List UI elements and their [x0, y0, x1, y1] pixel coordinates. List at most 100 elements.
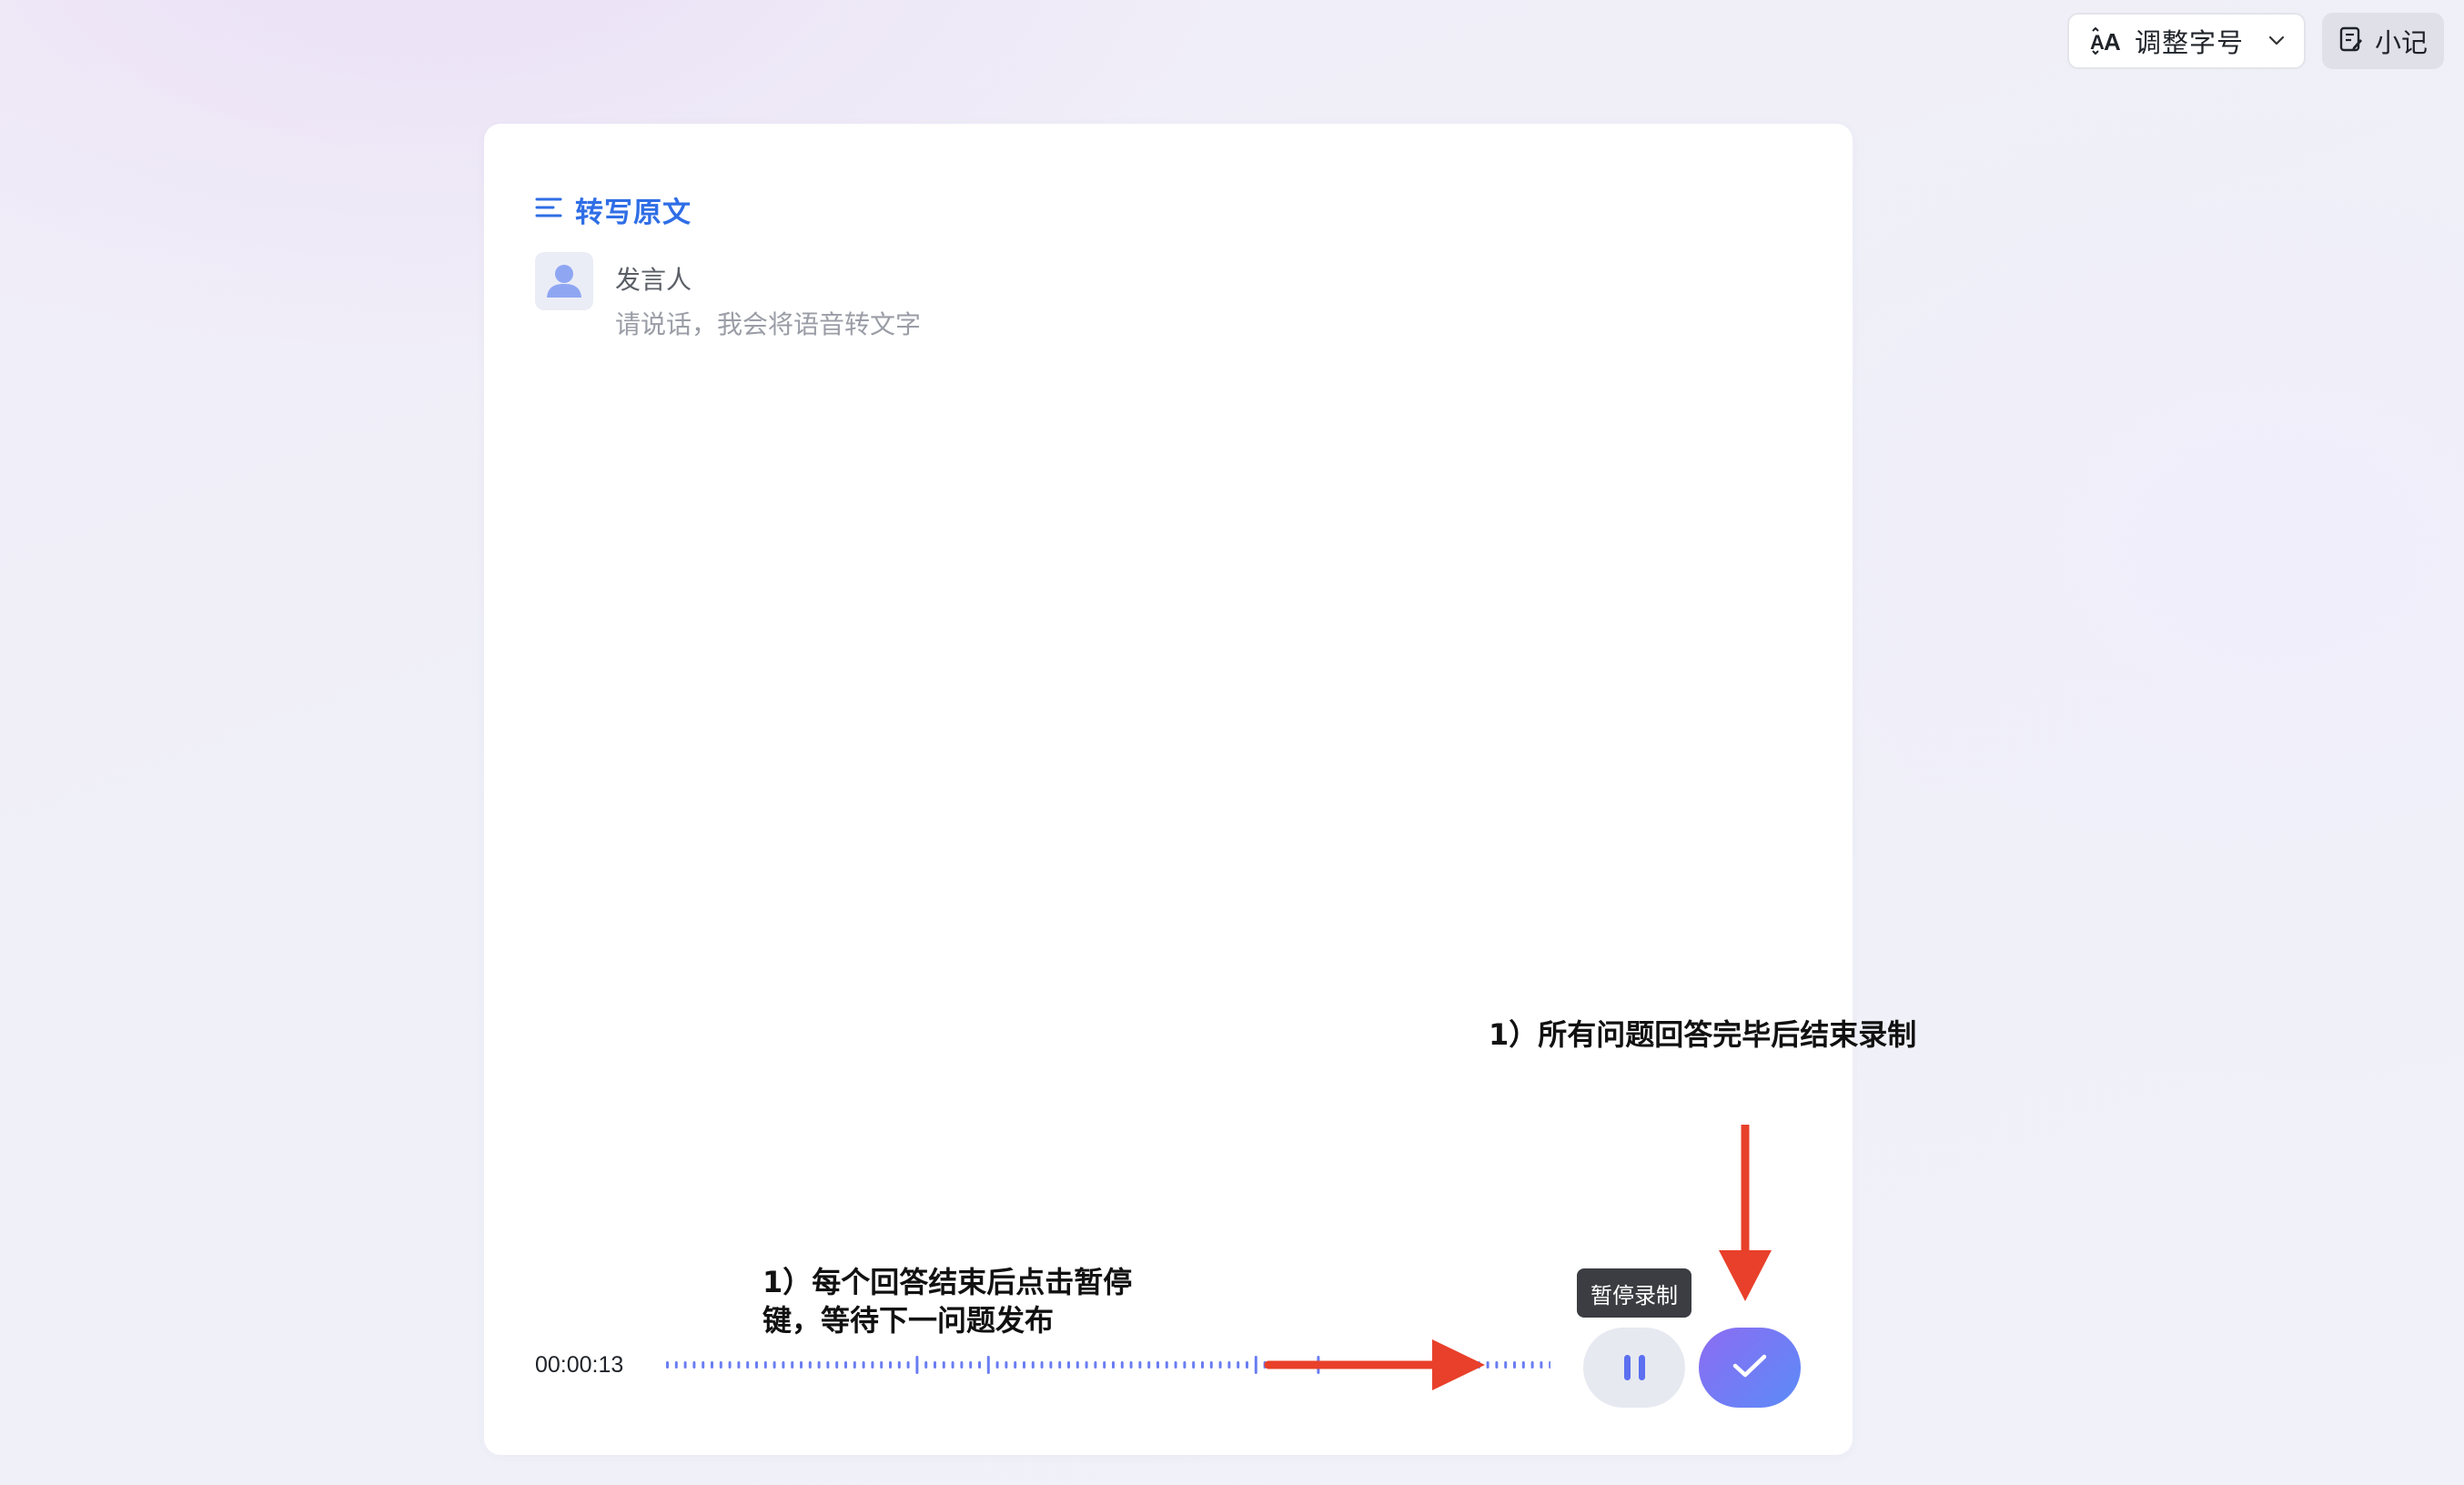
waveform-bar [1549, 1361, 1550, 1369]
waveform-bar [1209, 1361, 1213, 1369]
waveform-bar [1156, 1361, 1159, 1369]
waveform-bar [924, 1361, 928, 1369]
waveform-bar [1530, 1361, 1534, 1369]
waveform-bar [1201, 1361, 1204, 1369]
waveform-bar [880, 1361, 884, 1369]
waveform-bar [1388, 1361, 1391, 1369]
waveform-bar [1246, 1361, 1248, 1369]
waveform-bar [791, 1361, 794, 1369]
waveform-bar [808, 1361, 812, 1369]
waveform-bar [746, 1361, 750, 1369]
notes-label: 小记 [2374, 27, 2428, 58]
waveform-bar [862, 1361, 865, 1369]
waveform-bar [1112, 1361, 1115, 1369]
waveform-bar [853, 1361, 856, 1369]
pause-recording-button[interactable] [1583, 1328, 1685, 1408]
waveform-bar [1237, 1361, 1240, 1369]
waveform-bar [692, 1361, 696, 1369]
finish-recording-button[interactable] [1699, 1328, 1801, 1408]
waveform-bar [951, 1361, 954, 1369]
waveform-bar [1432, 1361, 1436, 1369]
audio-waveform [666, 1356, 1550, 1374]
waveform-bar [1298, 1361, 1302, 1369]
waveform-bar [1459, 1361, 1463, 1369]
waveform-bar [1521, 1361, 1525, 1369]
waveform-bar [1486, 1361, 1490, 1369]
waveform-bar [1504, 1361, 1508, 1369]
waveform-bar [683, 1361, 687, 1369]
waveform-bar [1450, 1361, 1454, 1369]
waveform-bar [1361, 1361, 1365, 1369]
waveform-bar [969, 1361, 973, 1369]
user-icon [535, 252, 593, 310]
waveform-bar [1023, 1361, 1025, 1369]
waveform-bar [1317, 1356, 1320, 1374]
waveform-bar [1370, 1361, 1374, 1369]
waveform-bar [1352, 1361, 1356, 1369]
pause-annotation-line2: 键，等待下一问题发布 [762, 1303, 1055, 1338]
waveform-bar [773, 1361, 776, 1369]
waveform-bar [844, 1361, 847, 1369]
waveform-bar [1094, 1361, 1097, 1369]
placeholder-text: 请说话，我会将语音转文字 [615, 309, 922, 339]
waveform-bar [1067, 1361, 1070, 1369]
waveform-bar [1049, 1361, 1053, 1369]
waveform-bar [826, 1361, 830, 1369]
waveform-bar [737, 1361, 741, 1369]
font-size-icon: A A [2089, 25, 2122, 57]
waveform-bar [934, 1361, 936, 1369]
waveform-bar [763, 1361, 767, 1369]
waveform-bar [674, 1361, 678, 1369]
waveform-bar [1290, 1361, 1293, 1369]
speaker-name: 发言人 [615, 265, 692, 295]
svg-text:A: A [2104, 28, 2121, 55]
waveform-bar [1192, 1361, 1196, 1369]
waveform-bar [1218, 1361, 1222, 1369]
font-size-select[interactable]: A A 调整字号 [2067, 13, 2306, 69]
elapsed-timer: 00:00:13 [535, 1352, 624, 1378]
waveform-bar [1254, 1356, 1257, 1374]
notes-button[interactable]: 小记 [2322, 13, 2444, 69]
waveform-bar [1014, 1361, 1017, 1369]
waveform-bar [1469, 1361, 1471, 1369]
section-title: 转写原文 [575, 196, 692, 229]
waveform-bar [1075, 1361, 1079, 1369]
waveform-bar [986, 1356, 990, 1374]
waveform-bar [711, 1361, 713, 1369]
waveform-bar [889, 1361, 892, 1369]
waveform-bar [1379, 1361, 1382, 1369]
waveform-bar [755, 1361, 758, 1369]
waveform-bar [728, 1361, 732, 1369]
waveform-bar [871, 1361, 874, 1369]
section-header: 转写原文 [535, 189, 692, 229]
waveform-bar [702, 1361, 705, 1369]
waveform-bar [1415, 1361, 1419, 1369]
waveform-bar [1281, 1361, 1285, 1369]
waveform-bar [1031, 1361, 1035, 1369]
waveform-bar [719, 1361, 722, 1369]
waveform-bar [1129, 1361, 1133, 1369]
waveform-bar [1343, 1361, 1347, 1369]
waveform-bar [906, 1361, 910, 1369]
waveform-bar [1335, 1361, 1338, 1369]
waveform-bar [1174, 1361, 1177, 1369]
waveform-bar [1120, 1361, 1124, 1369]
waveform-bar [1441, 1361, 1445, 1369]
check-icon [1730, 1350, 1770, 1385]
waveform-bar [978, 1361, 981, 1369]
waveform-bar [1540, 1361, 1543, 1369]
svg-text:A: A [2090, 31, 2105, 54]
font-size-label: 调整字号 [2135, 27, 2245, 58]
waveform-bar [1147, 1361, 1151, 1369]
waveform-bar [897, 1361, 901, 1369]
chevron-down-icon [2266, 30, 2287, 52]
waveform-bar [1183, 1361, 1187, 1369]
waveform-bar [1165, 1361, 1168, 1369]
waveform-bar [1513, 1361, 1516, 1369]
waveform-bar [1085, 1361, 1088, 1369]
pause-tooltip: 暂停录制 [1577, 1268, 1691, 1318]
waveform-bar [800, 1361, 803, 1369]
waveform-bar [915, 1356, 919, 1374]
waveform-bar [1138, 1361, 1142, 1369]
menu-lines-icon [535, 196, 562, 223]
